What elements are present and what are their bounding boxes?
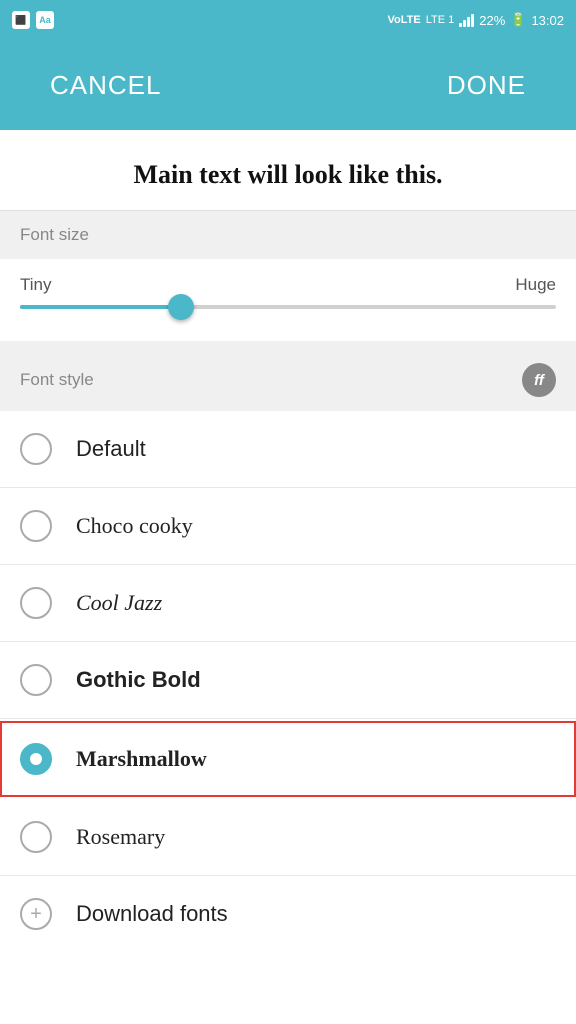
- font-style-header: Font style ff: [0, 349, 576, 411]
- plus-icon: +: [20, 898, 52, 930]
- font-item-rosemary[interactable]: Rosemary: [0, 799, 576, 876]
- battery-percent: 22%: [479, 13, 505, 28]
- radio-rosemary[interactable]: [20, 821, 52, 853]
- ff-badge-text: ff: [534, 372, 544, 389]
- font-size-section: Tiny Huge: [0, 259, 576, 349]
- status-bar-left: ⬛ Aa: [12, 11, 54, 29]
- ff-badge[interactable]: ff: [522, 363, 556, 397]
- screenshot-icon: ⬛: [12, 11, 30, 29]
- network-label: VoLTE: [388, 14, 421, 26]
- font-item-default[interactable]: Default: [0, 411, 576, 488]
- preview-section: Main text will look like this.: [0, 130, 576, 211]
- font-name-choco-cooky: Choco cooky: [76, 513, 193, 539]
- radio-cool-jazz[interactable]: [20, 587, 52, 619]
- lte-label: LTE 1: [426, 14, 455, 26]
- cancel-button[interactable]: CANCEL: [30, 60, 181, 111]
- radio-choco-cooky[interactable]: [20, 510, 52, 542]
- download-fonts-item[interactable]: + Download fonts: [0, 876, 576, 952]
- preview-text: Main text will look like this.: [20, 160, 556, 190]
- font-icon: Aa: [36, 11, 54, 29]
- font-name-cool-jazz: Cool Jazz: [76, 590, 162, 616]
- font-size-header: Font size: [0, 211, 576, 259]
- font-name-gothic-bold: Gothic Bold: [76, 667, 201, 693]
- font-size-slider[interactable]: [20, 305, 556, 309]
- slider-labels: Tiny Huge: [20, 275, 556, 295]
- slider-fill: [20, 305, 181, 309]
- status-bar: ⬛ Aa VoLTE LTE 1 22% 🔋 13:02: [0, 0, 576, 40]
- font-item-choco-cooky[interactable]: Choco cooky: [0, 488, 576, 565]
- font-item-marshmallow[interactable]: Marshmallow: [0, 721, 576, 797]
- font-style-list: Default Choco cooky Cool Jazz Gothic Bol…: [0, 411, 576, 952]
- font-style-label: Font style: [20, 370, 94, 390]
- font-name-marshmallow: Marshmallow: [76, 746, 207, 772]
- done-button[interactable]: DONE: [427, 60, 546, 111]
- radio-marshmallow[interactable]: [20, 743, 52, 775]
- font-item-gothic-bold[interactable]: Gothic Bold: [0, 642, 576, 719]
- download-fonts-label: Download fonts: [76, 901, 228, 927]
- font-name-rosemary: Rosemary: [76, 824, 165, 850]
- battery-icon: 🔋: [510, 12, 526, 28]
- status-bar-right: VoLTE LTE 1 22% 🔋 13:02: [388, 12, 565, 28]
- action-bar: CANCEL DONE: [0, 40, 576, 130]
- font-size-label: Font size: [20, 225, 89, 245]
- slider-min-label: Tiny: [20, 275, 52, 295]
- radio-default[interactable]: [20, 433, 52, 465]
- font-name-default: Default: [76, 436, 146, 462]
- radio-gothic-bold[interactable]: [20, 664, 52, 696]
- time: 13:02: [531, 13, 564, 28]
- slider-thumb[interactable]: [168, 294, 194, 320]
- slider-max-label: Huge: [515, 275, 556, 295]
- signal-bars: [459, 13, 474, 27]
- font-item-cool-jazz[interactable]: Cool Jazz: [0, 565, 576, 642]
